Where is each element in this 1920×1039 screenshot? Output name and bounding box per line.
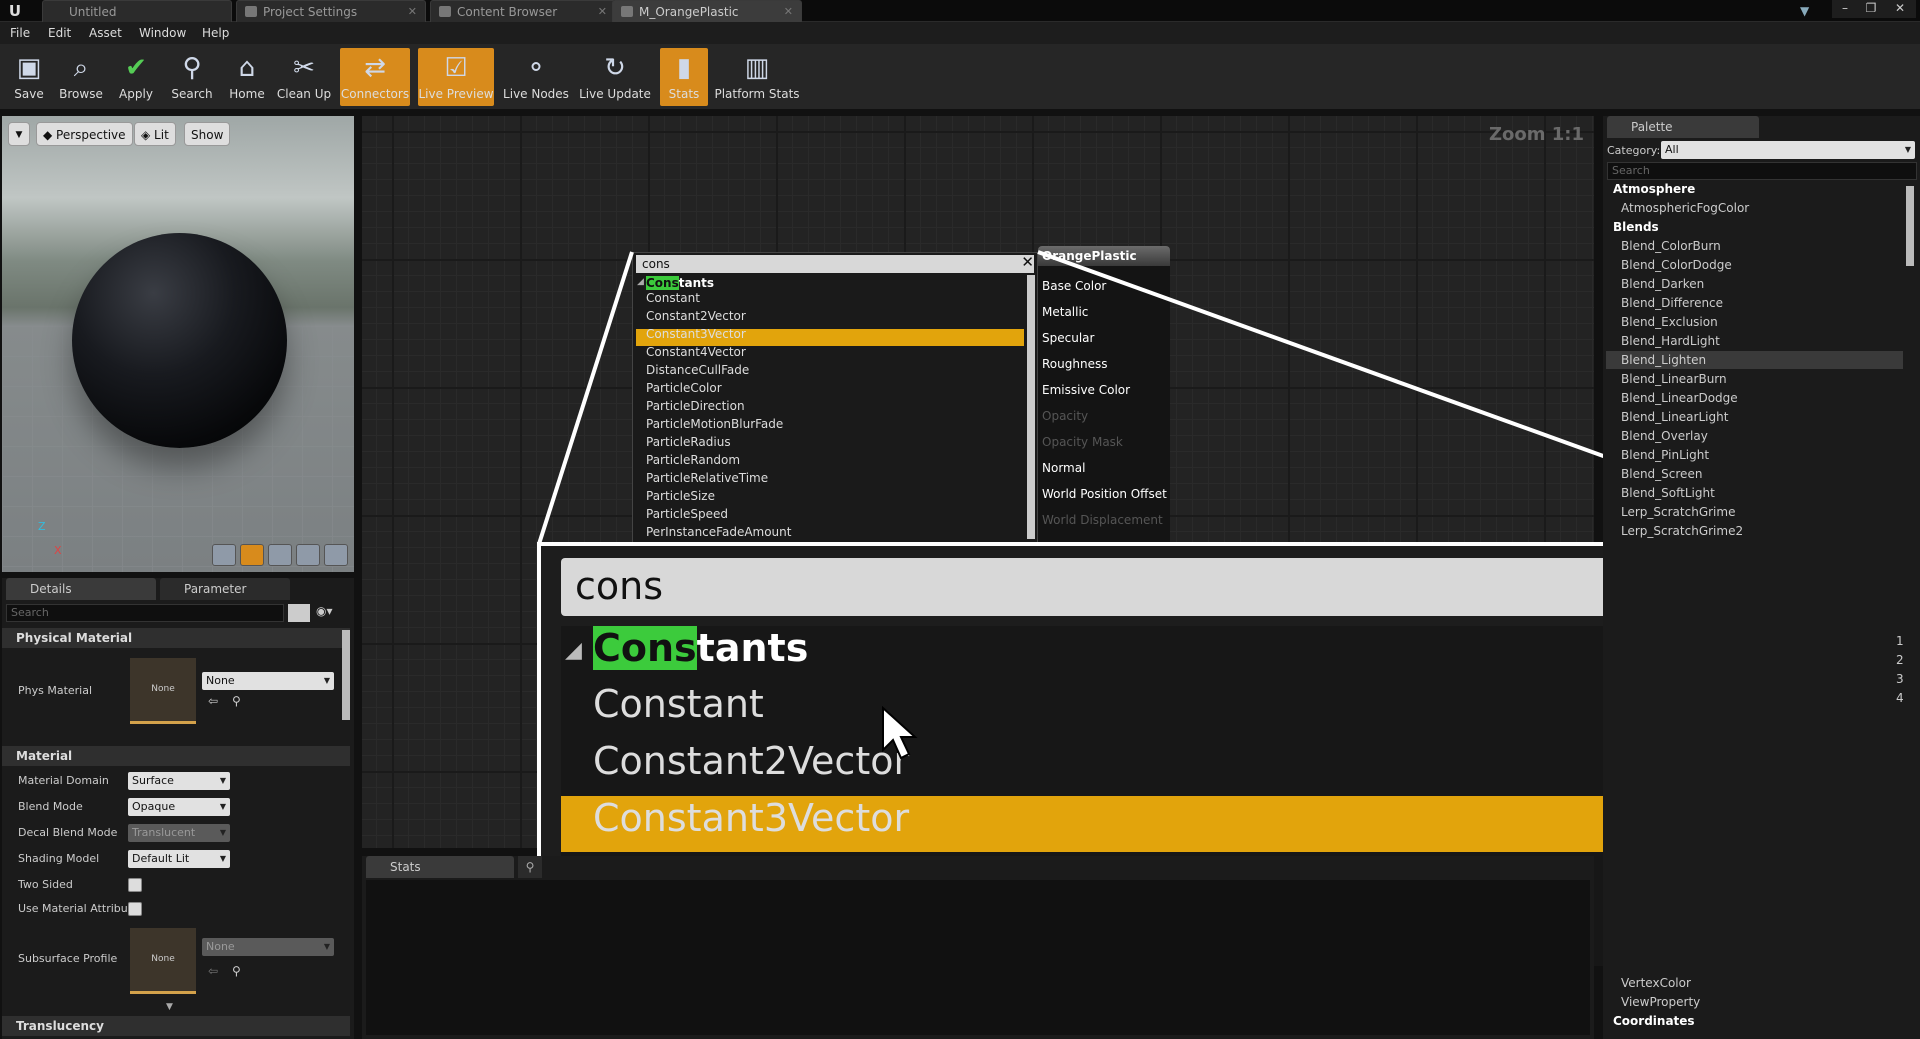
category-dropdown[interactable]: All: [1661, 141, 1915, 159]
palette-category[interactable]: Atmosphere: [1613, 182, 1695, 196]
palette-item[interactable]: Blend_HardLight: [1621, 334, 1720, 348]
palette-category[interactable]: Coordinates: [1613, 1014, 1695, 1028]
palette-item[interactable]: Blend_Darken: [1621, 277, 1704, 291]
palette-item[interactable]: ViewProperty: [1621, 995, 1700, 1009]
tab-palette[interactable]: Palette: [1607, 116, 1759, 138]
line-number: 1: [1896, 634, 1904, 648]
palette-item[interactable]: VertexColor: [1621, 976, 1691, 990]
palette-item[interactable]: Blend_Overlay: [1621, 429, 1708, 443]
palette-item[interactable]: Blend_LinearLight: [1621, 410, 1728, 424]
palette-item[interactable]: Lerp_ScratchGrime2: [1621, 524, 1743, 538]
palette-item[interactable]: Blend_Difference: [1621, 296, 1723, 310]
search-icon[interactable]: ⚲: [518, 856, 542, 878]
palette-item[interactable]: Blend_SoftLight: [1621, 486, 1715, 500]
palette-item[interactable]: Blend_LinearBurn: [1621, 372, 1727, 386]
palette-item[interactable]: Blend_PinLight: [1621, 448, 1709, 462]
tab-stats[interactable]: Stats: [366, 856, 514, 878]
stats-output: [366, 880, 1590, 1035]
stats-panel: Stats ⚲: [362, 856, 1594, 1039]
palette-panel: Palette Category: All Search Atmosphere A…: [1603, 116, 1920, 1039]
palette-item[interactable]: AtmosphericFogColor: [1621, 201, 1749, 215]
palette-item[interactable]: Blend_ColorBurn: [1621, 239, 1721, 253]
palette-category[interactable]: Blends: [1613, 220, 1659, 234]
palette-item[interactable]: Blend_LinearDodge: [1621, 391, 1738, 405]
palette-item[interactable]: Blend_ColorDodge: [1621, 258, 1732, 272]
line-number: 4: [1896, 691, 1904, 705]
palette-item[interactable]: Lerp_ScratchGrime: [1621, 505, 1735, 519]
palette-item[interactable]: Blend_Exclusion: [1621, 315, 1718, 329]
line-number: 3: [1896, 672, 1904, 686]
category-label: Category:: [1607, 144, 1661, 157]
palette-search-input[interactable]: Search: [1607, 162, 1917, 180]
palette-item[interactable]: Blend_Lighten: [1621, 353, 1706, 367]
line-number: 2: [1896, 653, 1904, 667]
palette-scrollbar[interactable]: [1906, 186, 1914, 266]
palette-item[interactable]: Blend_Screen: [1621, 467, 1702, 481]
